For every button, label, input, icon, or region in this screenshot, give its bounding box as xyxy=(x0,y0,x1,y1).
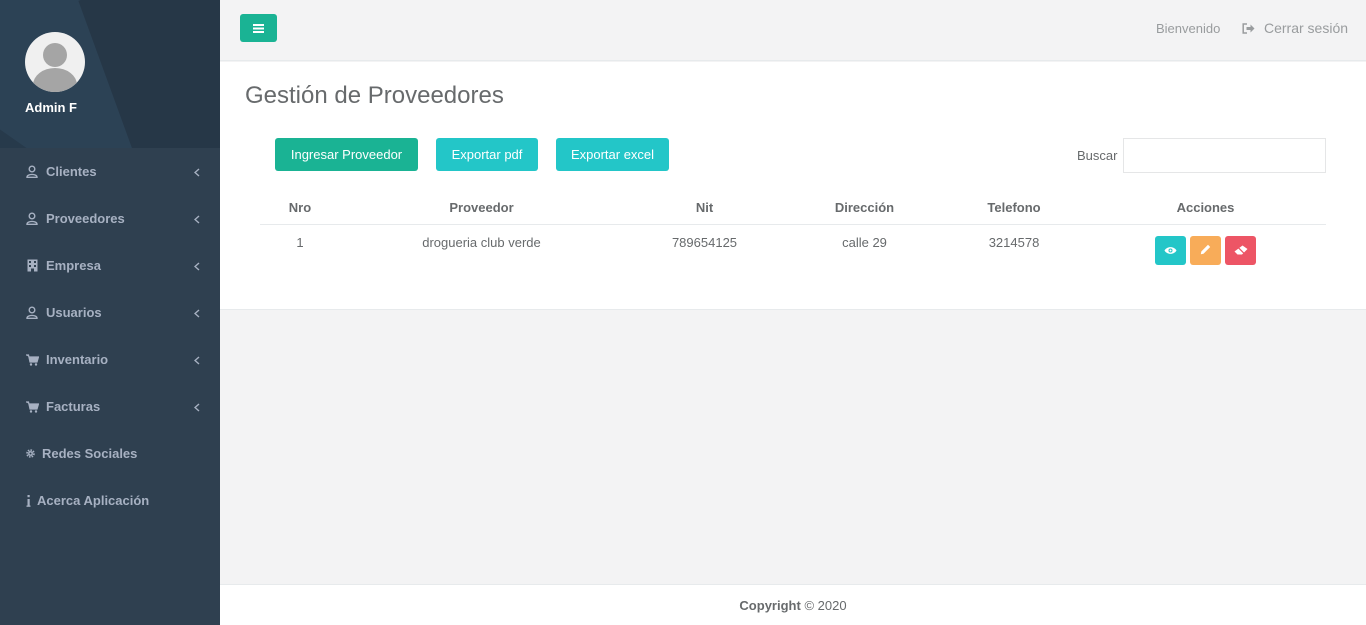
add-provider-button[interactable]: Ingresar Proveedor xyxy=(275,138,418,171)
footer-copyright-label: Copyright xyxy=(739,598,801,613)
avatar[interactable] xyxy=(25,32,85,92)
profile-name[interactable]: Admin F xyxy=(25,100,220,115)
column-header-nit[interactable]: Nit xyxy=(623,192,786,225)
footer: Copyright © 2020 xyxy=(220,584,1366,625)
cell-direccion: calle 29 xyxy=(842,234,887,250)
footer-copyright-text: © 2020 xyxy=(804,598,847,613)
chevron-left-icon xyxy=(193,306,200,321)
row-actions xyxy=(1155,235,1256,265)
table-row: 1 drogueria club verde 789654125 calle 2… xyxy=(260,224,1326,272)
column-header-direccion[interactable]: Dirección xyxy=(786,192,943,225)
page-title: Gestión de Proveedores xyxy=(245,82,504,109)
profile-header: Admin F xyxy=(0,0,220,148)
sidebar-item-label: Usuarios xyxy=(46,305,102,320)
sidebar-item-label: Inventario xyxy=(46,352,109,367)
sidebar-item-label: Clientes xyxy=(46,164,97,179)
cell-proveedor: drogueria club verde xyxy=(422,234,541,250)
sidebar-item-label: Redes Sociales xyxy=(42,446,138,461)
eye-icon xyxy=(1164,243,1177,258)
sidebar-nav: Clientes Proveedores Empresa Usuarios In… xyxy=(0,148,220,524)
column-header-proveedor[interactable]: Proveedor xyxy=(340,192,623,225)
sidebar-item-proveedores[interactable]: Proveedores xyxy=(0,195,220,242)
export-excel-button[interactable]: Exportar excel xyxy=(556,138,669,171)
column-header-acciones: Acciones xyxy=(1085,192,1326,225)
info-icon xyxy=(25,494,31,507)
search-input[interactable] xyxy=(1123,138,1326,173)
top-navbar: Bienvenido Cerrar sesión xyxy=(220,0,1366,61)
sidebar-item-acerca-aplicacion[interactable]: Acerca Aplicación xyxy=(0,477,220,524)
sign-out-icon xyxy=(1242,22,1255,34)
sidebar-item-clientes[interactable]: Clientes xyxy=(0,148,220,195)
gear-icon xyxy=(25,448,36,459)
chevron-left-icon xyxy=(193,400,200,415)
cell-acciones xyxy=(1085,224,1326,272)
export-pdf-button[interactable]: Exportar pdf xyxy=(436,138,538,171)
cart-icon xyxy=(25,353,39,366)
cell-nit: 789654125 xyxy=(671,234,738,250)
sidebar-item-label: Proveedores xyxy=(46,211,125,226)
cell-telefono: 3214578 xyxy=(988,234,1040,250)
sidebar-item-label: Acerca Aplicación xyxy=(37,493,150,508)
hamburger-icon xyxy=(253,21,264,36)
user-icon xyxy=(25,165,39,178)
eraser-icon xyxy=(1234,243,1248,258)
pencil-icon xyxy=(1200,243,1211,258)
chevron-left-icon xyxy=(193,259,200,274)
sidebar-item-label: Facturas xyxy=(46,399,101,414)
sidebar-item-facturas[interactable]: Facturas xyxy=(0,383,220,430)
sidebar: Admin F Clientes Proveedores Empresa Usu… xyxy=(0,0,220,625)
chevron-left-icon xyxy=(193,212,200,227)
chevron-left-icon xyxy=(193,353,200,368)
sidebar-item-label: Empresa xyxy=(46,258,101,273)
chevron-left-icon xyxy=(193,165,200,180)
building-icon xyxy=(25,259,39,272)
delete-button[interactable] xyxy=(1225,235,1256,265)
cart-icon xyxy=(25,400,39,413)
sidebar-item-empresa[interactable]: Empresa xyxy=(0,242,220,289)
logout-label: Cerrar sesión xyxy=(1264,20,1349,36)
sidebar-item-inventario[interactable]: Inventario xyxy=(0,336,220,383)
logout-link[interactable]: Cerrar sesión xyxy=(1242,20,1348,36)
sidebar-item-usuarios[interactable]: Usuarios xyxy=(0,289,220,336)
user-icon xyxy=(25,306,39,319)
content-panel: Gestión de Proveedores Ingresar Proveedo… xyxy=(220,62,1366,310)
search-label: Buscar xyxy=(1077,148,1118,163)
table-header-row: Nro Proveedor Nit Dirección Telefono Acc… xyxy=(260,192,1326,225)
user-icon xyxy=(25,212,39,225)
menu-toggle-button[interactable] xyxy=(240,14,277,42)
providers-table: Nro Proveedor Nit Dirección Telefono Acc… xyxy=(260,192,1326,272)
sidebar-item-redes-sociales[interactable]: Redes Sociales xyxy=(0,430,220,477)
column-header-nro[interactable]: Nro xyxy=(260,192,340,225)
welcome-text: Bienvenido xyxy=(1156,21,1221,36)
column-header-telefono[interactable]: Telefono xyxy=(943,192,1085,225)
view-button[interactable] xyxy=(1155,235,1186,265)
cell-nro: 1 xyxy=(296,234,304,250)
edit-button[interactable] xyxy=(1190,235,1221,265)
